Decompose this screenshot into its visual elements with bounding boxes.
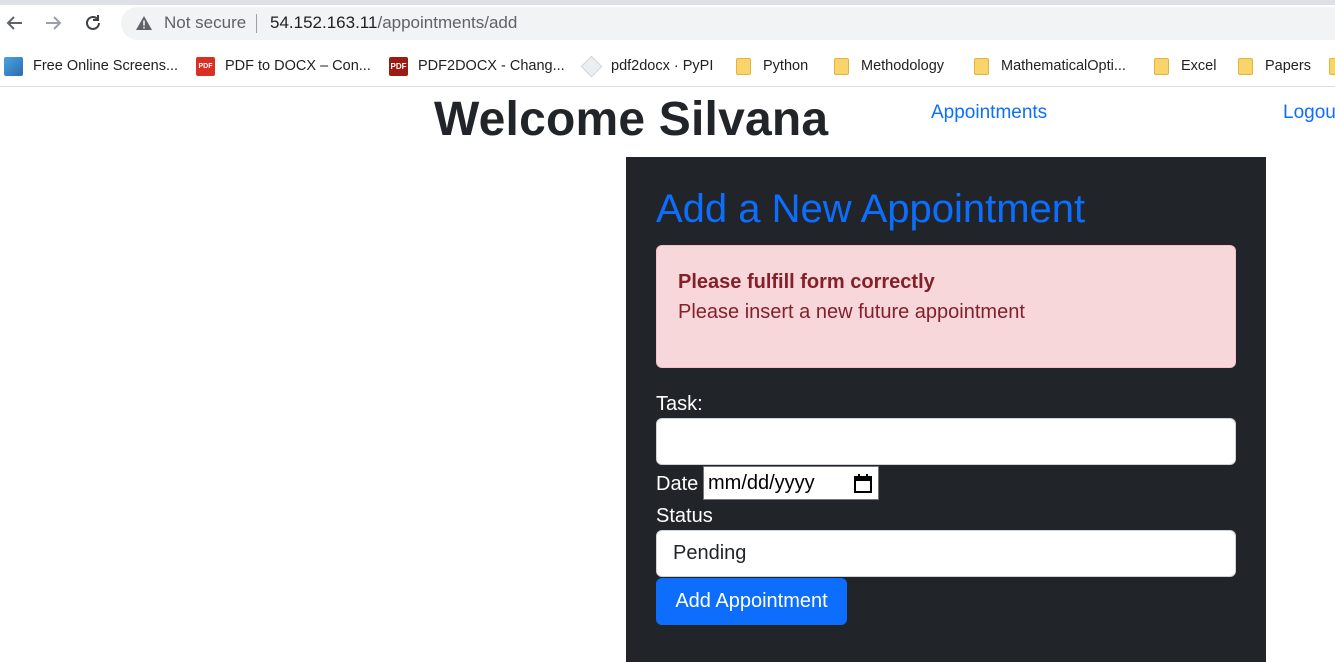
- date-label: Date: [656, 473, 699, 495]
- arrow-right-icon: [46, 16, 62, 30]
- pdf-icon: PDF: [389, 56, 408, 76]
- url-text[interactable]: 54.152.163.11/appointments/add: [270, 13, 517, 33]
- status-label: Status: [656, 505, 713, 527]
- folder-icon: [832, 57, 851, 76]
- folder-icon: [734, 57, 753, 76]
- error-alert: Please fulfill form correctly Please ins…: [656, 245, 1236, 368]
- bookmark-label: Methodology: [861, 58, 945, 74]
- bookmark-pdf2docx-change[interactable]: PDF PDF2DOCX - Chang...: [389, 54, 565, 78]
- nav-appointments-link[interactable]: Appointments: [931, 102, 1047, 124]
- arrow-left-icon: [6, 16, 22, 30]
- bookmark-free-online-screens[interactable]: Free Online Screens...: [4, 54, 178, 78]
- status-input[interactable]: Pending: [656, 530, 1236, 577]
- task-label: Task:: [656, 393, 703, 415]
- folder-icon: [972, 57, 991, 76]
- form-title: Add a New Appointment: [656, 187, 1086, 231]
- folder-icon: [1327, 57, 1335, 76]
- browser-toolbar: Not secure 54.152.163.11/appointments/ad…: [0, 0, 1335, 46]
- bookmark-folder-methodology[interactable]: Methodology: [832, 54, 944, 78]
- screenshot-icon: [4, 56, 23, 76]
- pdf-icon: PDF: [196, 56, 215, 76]
- bookmarks-bar: Free Online Screens... PDF PDF to DOCX –…: [0, 46, 1335, 87]
- alert-title: Please fulfill form correctly: [678, 271, 935, 293]
- reload-icon: [86, 15, 100, 30]
- pypi-icon: [580, 55, 603, 77]
- tab-strip-edge: [0, 0, 1335, 5]
- folder-icon: [1152, 57, 1171, 76]
- warning-icon[interactable]: [135, 15, 153, 31]
- bookmark-folder-papers[interactable]: Papers: [1236, 54, 1311, 78]
- url-host: 54.152.163.11: [270, 13, 378, 32]
- bookmark-folder-python[interactable]: Python: [734, 54, 808, 78]
- alert-message: Please insert a new future appointment: [678, 301, 1025, 323]
- date-input[interactable]: mm/dd/yyyy: [703, 466, 879, 500]
- bookmark-folder-excel[interactable]: Excel: [1152, 54, 1216, 78]
- bookmark-pdf2docx-pypi[interactable]: pdf2docx · PyPI: [580, 54, 714, 78]
- bookmark-label: Excel: [1181, 58, 1217, 74]
- back-button[interactable]: [0, 8, 30, 38]
- bookmark-folder-mathematicalopti[interactable]: MathematicalOpti...: [972, 54, 1126, 78]
- security-label[interactable]: Not secure: [164, 13, 246, 33]
- bookmark-label: Free Online Screens...: [33, 58, 179, 74]
- date-placeholder: mm/dd/yyyy: [708, 471, 815, 494]
- bookmark-label: Python: [763, 58, 809, 74]
- task-input[interactable]: [656, 418, 1236, 465]
- nav-logout-link[interactable]: Logout: [1283, 102, 1335, 124]
- bookmark-folder-overflow[interactable]: [1327, 54, 1335, 78]
- bookmark-label: pdf2docx · PyPI: [611, 58, 714, 74]
- bookmark-label: PDF2DOCX - Chang...: [418, 58, 565, 74]
- calendar-icon[interactable]: [854, 474, 872, 493]
- forward-button[interactable]: [38, 8, 68, 38]
- bookmark-pdf-to-docx[interactable]: PDF PDF to DOCX – Con...: [196, 54, 371, 78]
- appointment-form-card: Add a New Appointment Please fulfill for…: [626, 157, 1266, 662]
- omnibox-divider: [256, 14, 257, 33]
- bookmark-label: PDF to DOCX – Con...: [225, 58, 371, 74]
- bookmark-label: Papers: [1265, 58, 1311, 74]
- bookmark-label: MathematicalOpti...: [1001, 58, 1126, 74]
- reload-button[interactable]: [78, 8, 108, 38]
- welcome-heading: Welcome Silvana: [434, 93, 829, 146]
- add-appointment-button[interactable]: Add Appointment: [656, 578, 847, 625]
- address-bar[interactable]: Not secure 54.152.163.11/appointments/ad…: [121, 7, 1335, 40]
- url-path: /appointments/add: [377, 13, 518, 32]
- folder-icon: [1236, 57, 1255, 76]
